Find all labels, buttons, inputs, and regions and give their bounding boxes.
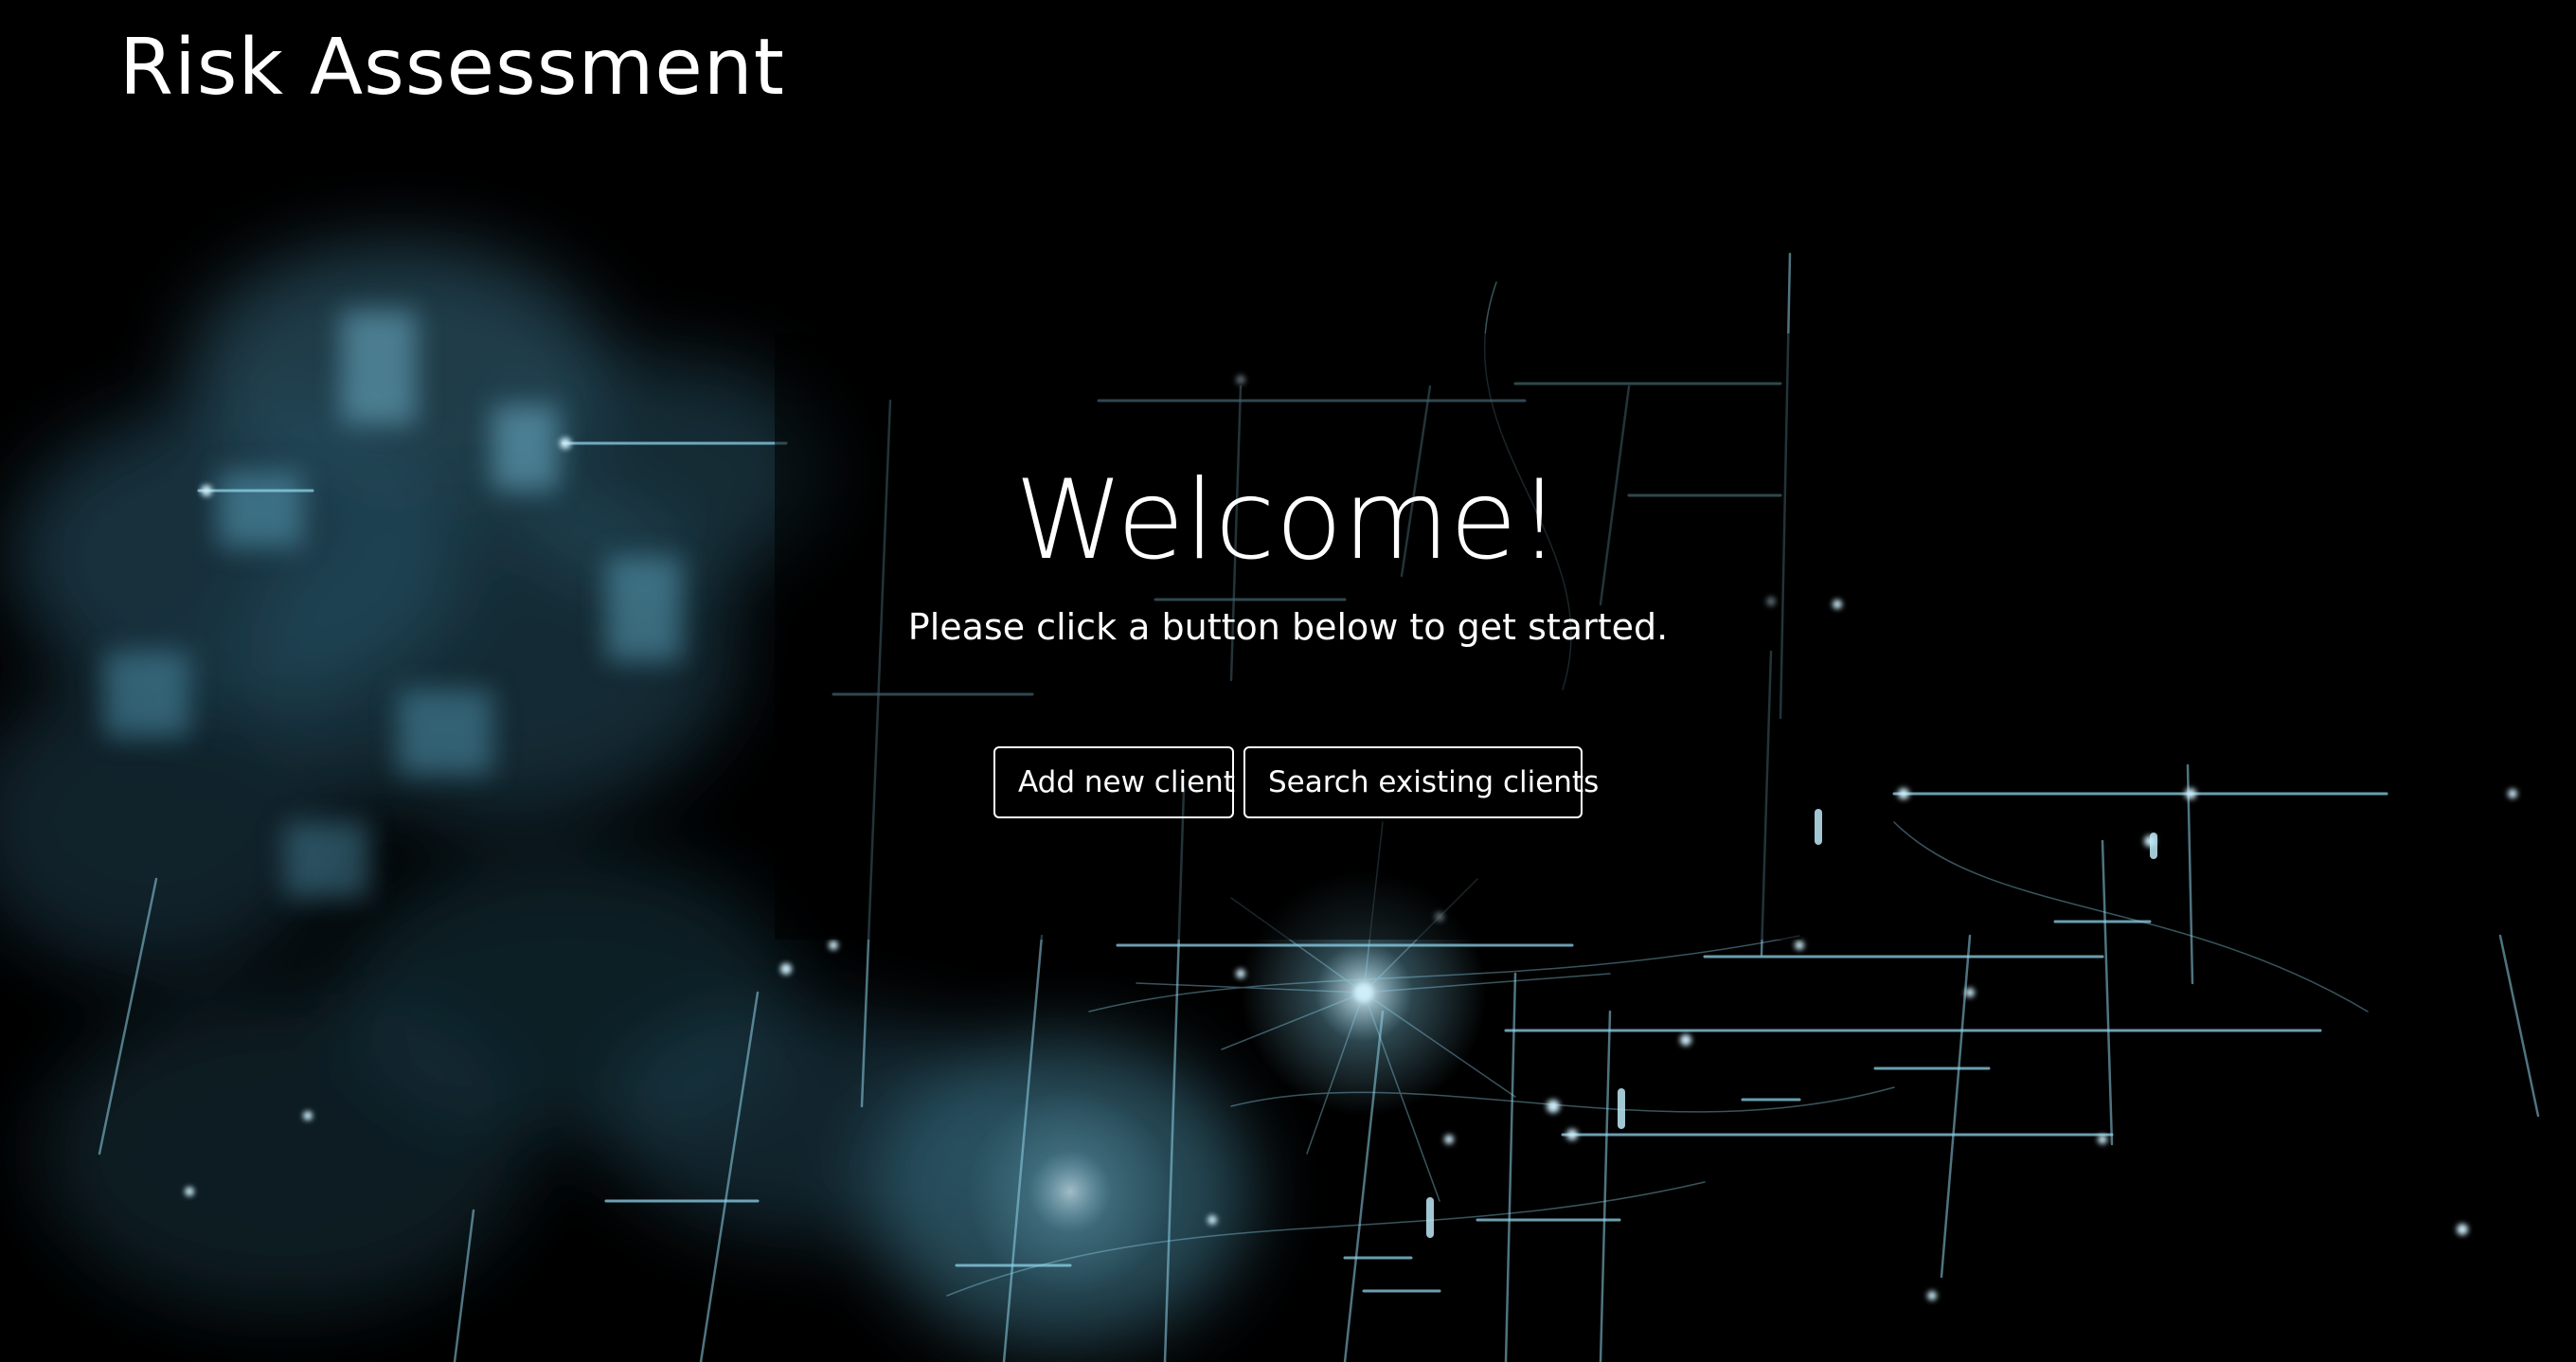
page: Risk Assessment Welcome! Please click a … (0, 0, 2576, 1362)
action-buttons: Add new client Search existing clients (775, 746, 1801, 818)
brand-title[interactable]: Risk Assessment (119, 21, 785, 116)
add-new-client-button[interactable]: Add new client (993, 746, 1235, 818)
navbar: Risk Assessment (0, 0, 2576, 159)
welcome-panel: Welcome! Please click a button below to … (775, 333, 1801, 940)
welcome-heading: Welcome! (1014, 457, 1562, 584)
welcome-subtitle: Please click a button below to get start… (907, 606, 1669, 648)
search-existing-clients-button[interactable]: Search existing clients (1243, 746, 1599, 818)
